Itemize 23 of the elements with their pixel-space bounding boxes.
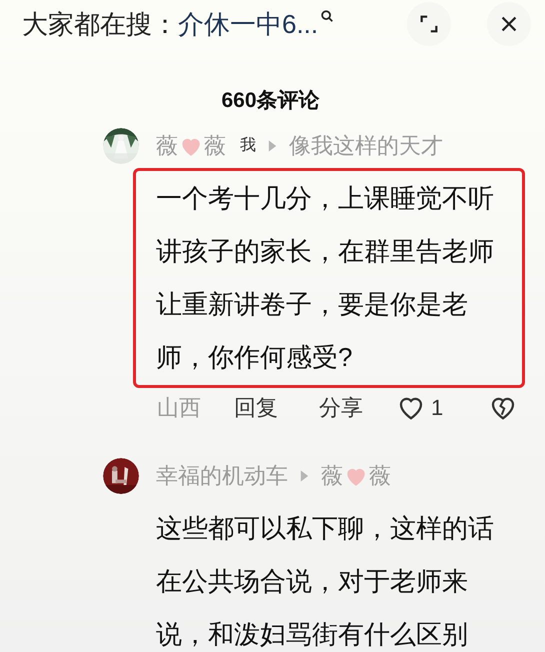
reply-button[interactable]: 回复 (234, 390, 319, 424)
fullscreen-button[interactable] (407, 2, 451, 46)
author-name[interactable]: 幸福的机动车 (156, 459, 288, 492)
me-label: 我 (240, 136, 256, 156)
search-icon[interactable] (320, 8, 334, 22)
comment-count-title: 660条评论 (221, 88, 320, 114)
search-prompt: 大家都在搜： (22, 8, 178, 40)
author-name[interactable]: 薇 (156, 129, 178, 162)
reply-to-name[interactable]: 薇 (369, 459, 391, 492)
location-text: 山西 (157, 394, 202, 422)
close-button[interactable] (487, 2, 531, 46)
share-button[interactable]: 分享 (319, 390, 396, 424)
reply-to-name[interactable]: 像我这样的天才 (289, 129, 443, 162)
search-query-link[interactable]: 介休一中6... (178, 4, 318, 44)
comment-text: 一个考十几分，上课睡觉不听讲孩子的家长，在群里告老师让重新讲卷子，要是你是老师，你作何感受? (156, 182, 495, 374)
comment-text: 这些都可以私下聊，这样的话在公共场合说，对于老师来说，和泼妇骂街有什么区别 (156, 512, 495, 650)
author-name[interactable]: 薇 (204, 129, 226, 162)
expand-icon (418, 13, 440, 35)
play-icon (267, 138, 278, 152)
reply-to-name[interactable]: 薇 (321, 459, 343, 492)
like-count: 1 (431, 394, 444, 422)
play-icon (299, 468, 310, 482)
like-button[interactable]: 1 (396, 390, 488, 424)
